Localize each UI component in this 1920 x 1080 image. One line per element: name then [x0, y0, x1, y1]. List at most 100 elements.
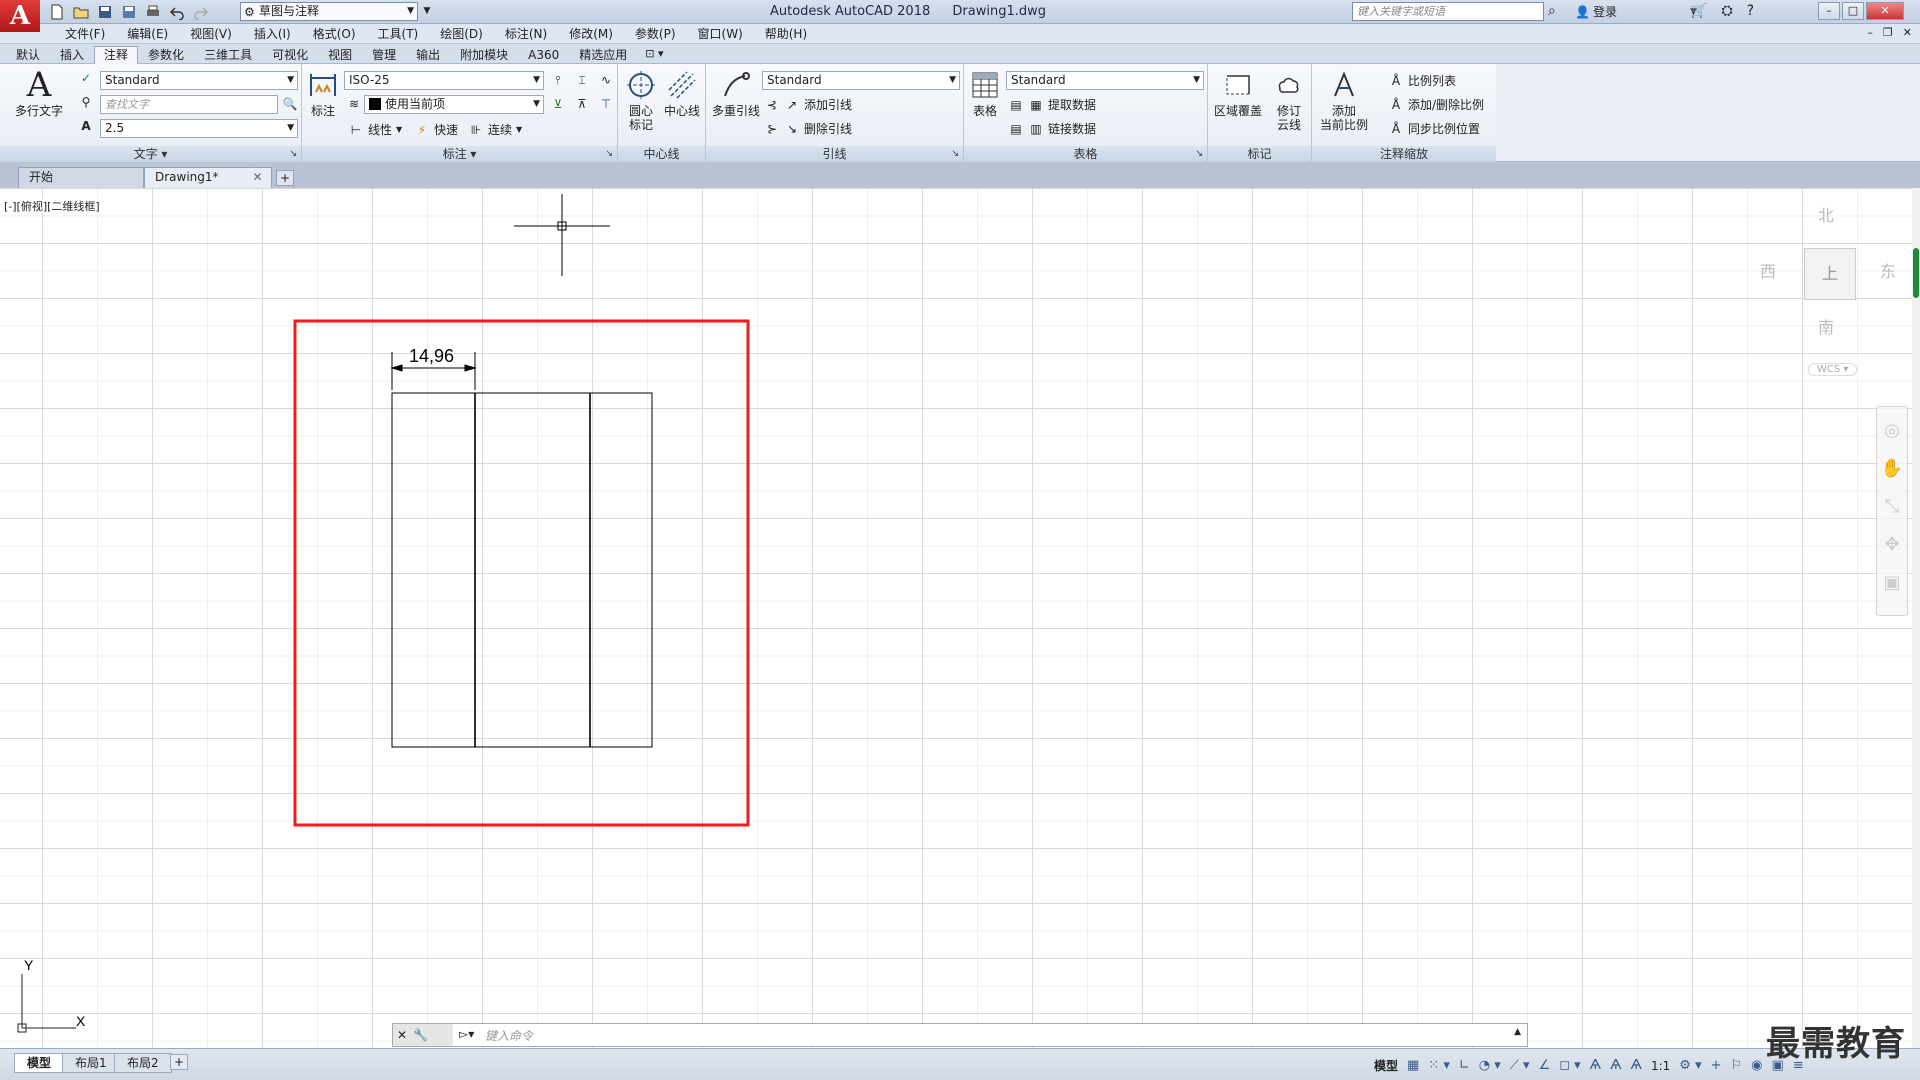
new-tab-button[interactable]: +	[276, 170, 294, 186]
ribbon-tab-11[interactable]: 精选应用	[569, 46, 637, 64]
multileader-button[interactable]: 多重引线	[708, 68, 764, 118]
wcs-menu[interactable]: WCS ▾	[1808, 363, 1858, 376]
menu-item-10[interactable]: 窗口(W)	[687, 26, 754, 42]
add-current-scale-button[interactable]: 添加 当前比例	[1314, 68, 1374, 132]
menu-item-1[interactable]: 编辑(E)	[116, 26, 179, 42]
layout-tab-2[interactable]: 布局2	[114, 1053, 172, 1073]
help-icon[interactable]: ?	[1747, 3, 1754, 19]
viewcube-west[interactable]: 西	[1760, 258, 1776, 282]
doc-close-button[interactable]: ✕	[1903, 26, 1912, 39]
spellcheck-icon[interactable]: ✓	[78, 70, 94, 86]
orbit-icon[interactable]: ✥	[1877, 529, 1907, 559]
dim-layer-dropdown[interactable]: 使用当前项 ▼	[364, 95, 544, 114]
isodraft-icon[interactable]: ⟋ ▾	[1510, 1058, 1530, 1073]
ribbon-tab-10[interactable]: A360	[518, 46, 569, 64]
viewcube-south[interactable]: 南	[1818, 314, 1834, 338]
auto-scale-icon[interactable]: Ѧ	[1610, 1058, 1621, 1073]
tab-start[interactable]: 开始	[18, 167, 144, 188]
link-data-button[interactable]: ▤ ▥ 链接数据	[1008, 120, 1096, 137]
open-file-icon[interactable]	[72, 3, 90, 21]
customize-qat-button[interactable]: ▼	[420, 2, 434, 21]
workspace-switch-icon[interactable]: ⚙ ▾	[1679, 1058, 1701, 1073]
doc-minimize-button[interactable]: –	[1867, 26, 1873, 39]
ribbon-tab-1[interactable]: 插入	[50, 46, 94, 64]
center-mark-button[interactable]: 圆心 标记	[622, 68, 660, 132]
scale-list-button[interactable]: Å 比例列表	[1388, 72, 1456, 89]
centerline-button[interactable]: 中心线	[660, 68, 704, 118]
text-style-dropdown[interactable]: Standard ▼	[100, 71, 298, 90]
search-input[interactable]: 键入关键字或短语	[1352, 2, 1544, 21]
quick-dim-button[interactable]: ⚡ 快速	[414, 121, 458, 138]
add-delete-scale-button[interactable]: Å 添加/删除比例	[1388, 96, 1484, 113]
doc-restore-button[interactable]: ❐	[1883, 26, 1893, 39]
add-layout-button[interactable]: +	[170, 1054, 188, 1070]
chevron-up-icon[interactable]: ▲	[1514, 1027, 1521, 1037]
scale-dropdown[interactable]: 1:1	[1651, 1059, 1670, 1073]
scroll-thumb[interactable]	[1913, 248, 1919, 298]
dim-inspect-icon[interactable]: ⊻	[550, 96, 566, 112]
ribbon-tab-4[interactable]: 三维工具	[194, 46, 262, 64]
grid-icon[interactable]: ▦	[1407, 1058, 1419, 1073]
object-snap-icon[interactable]: ◻ ▾	[1559, 1058, 1580, 1073]
dimension-panel-title[interactable]: 标注 ▾ ↘	[302, 146, 617, 162]
application-menu-button[interactable]: A	[0, 0, 40, 32]
menu-item-5[interactable]: 工具(T)	[367, 26, 430, 42]
ribbon-tab-9[interactable]: 附加模块	[450, 46, 518, 64]
extract-data-button[interactable]: ▤ ▦ 提取数据	[1008, 96, 1096, 113]
save-icon[interactable]	[96, 3, 114, 21]
object-snap-tracking-icon[interactable]: ∠	[1539, 1058, 1551, 1073]
ribbon-tab-8[interactable]: 输出	[406, 46, 450, 64]
ribbon-tab-5[interactable]: 可视化	[262, 46, 318, 64]
ribbon-minimize-icon[interactable]: ⊡ ▾	[637, 46, 671, 64]
viewcube-north[interactable]: 北	[1818, 202, 1834, 226]
viewcube-east[interactable]: 东	[1880, 258, 1896, 282]
table-style-dropdown[interactable]: Standard ▼	[1006, 71, 1204, 90]
menu-item-7[interactable]: 标注(N)	[494, 26, 558, 42]
tab-drawing1[interactable]: Drawing1* ✕	[144, 167, 272, 188]
close-button[interactable]: ✕	[1866, 2, 1904, 20]
binoculars-icon[interactable]: ⌕	[1548, 3, 1556, 19]
ribbon-tab-6[interactable]: 视图	[318, 46, 362, 64]
maximize-button[interactable]: □	[1842, 2, 1864, 20]
workspace-dropdown[interactable]: ⚙ 草图与注释 ▼	[240, 2, 418, 21]
redo-icon[interactable]	[192, 3, 210, 21]
find-icon[interactable]: ⚲	[78, 94, 94, 110]
revcloud-button[interactable]: 修订 云线	[1268, 68, 1310, 132]
continue-dim-button[interactable]: ⊪ 连续 ▼	[468, 121, 522, 138]
polar-icon[interactable]: ◔ ▾	[1479, 1058, 1501, 1073]
ortho-icon[interactable]: ∟	[1459, 1058, 1470, 1073]
save-as-icon[interactable]	[120, 3, 138, 21]
hardware-acceleration-icon[interactable]: ◉	[1751, 1058, 1762, 1073]
cart-icon[interactable]: 🛒	[1690, 3, 1707, 19]
mtext-button[interactable]: A 多行文字	[10, 68, 68, 118]
print-icon[interactable]	[144, 3, 162, 21]
menu-item-3[interactable]: 插入(I)	[243, 26, 302, 42]
table-panel-title[interactable]: 表格 ↘	[964, 146, 1207, 162]
command-input[interactable]: 键入命令	[485, 1027, 533, 1044]
a360-icon[interactable]: ⛭	[1721, 3, 1732, 19]
dim-break-icon[interactable]: ⫯	[550, 72, 566, 88]
annotation-scale-icon[interactable]: Ѧ	[1631, 1058, 1642, 1073]
remove-leader-button[interactable]: ⊱ ↘ 删除引线	[764, 120, 852, 137]
annotation-visibility-icon[interactable]: Ѧ	[1590, 1058, 1601, 1073]
ribbon-tab-7[interactable]: 管理	[362, 46, 406, 64]
minimize-button[interactable]: –	[1818, 2, 1840, 20]
pan-icon[interactable]: ✋	[1877, 453, 1907, 483]
layout-tab-model[interactable]: 模型	[14, 1053, 65, 1073]
mleader-style-dropdown[interactable]: Standard ▼	[762, 71, 960, 90]
menu-item-8[interactable]: 修改(M)	[558, 26, 624, 42]
vertical-scrollbar[interactable]	[1912, 188, 1920, 1048]
menu-item-6[interactable]: 绘图(D)	[429, 26, 494, 42]
viewcube-face-top[interactable]: 上	[1804, 248, 1856, 300]
dim-layer-row[interactable]: ≋	[346, 96, 362, 112]
ribbon-tab-2[interactable]: 注释	[94, 46, 139, 64]
menu-item-11[interactable]: 帮助(H)	[754, 26, 818, 42]
dimension-button[interactable]: 标注	[306, 68, 340, 118]
text-panel-title[interactable]: 文字 ▾ ↘	[0, 146, 301, 162]
menu-item-4[interactable]: 格式(O)	[302, 26, 367, 42]
text-height-icon[interactable]: A	[78, 118, 94, 134]
sync-scale-button[interactable]: Å 同步比例位置	[1388, 120, 1480, 137]
viewcube[interactable]: 北 南 东 西 上	[1754, 202, 1896, 342]
wrench-icon[interactable]: 🔧	[413, 1028, 428, 1042]
wipeout-button[interactable]: 区域覆盖	[1210, 68, 1266, 118]
